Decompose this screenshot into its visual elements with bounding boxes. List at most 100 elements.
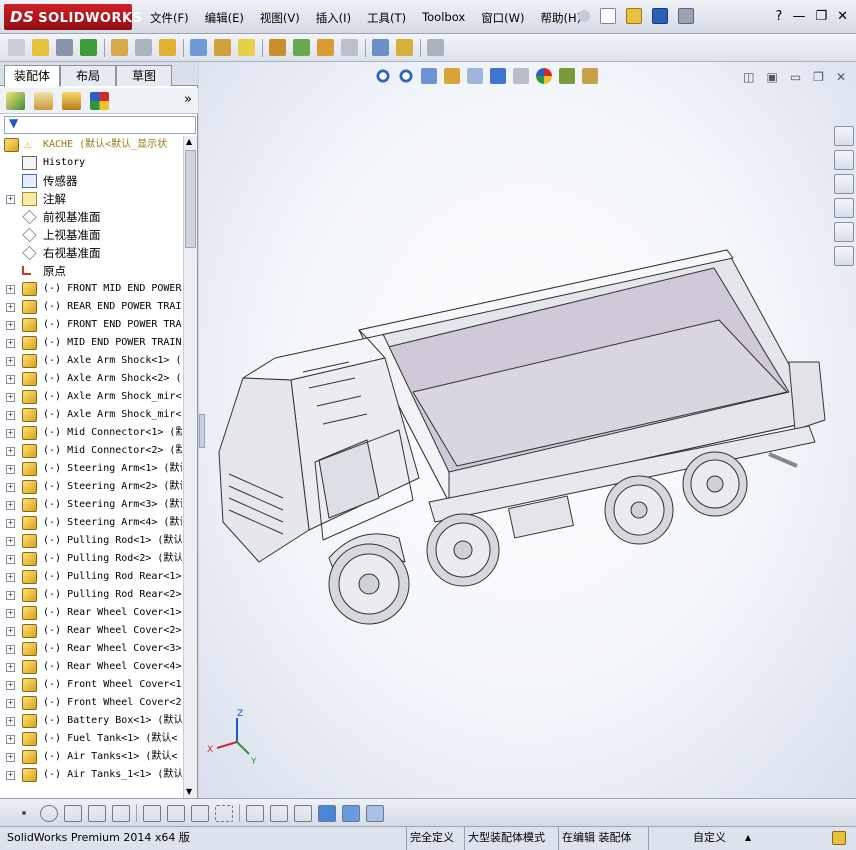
displaymanager-icon[interactable] xyxy=(90,92,109,110)
line-sketch-icon[interactable] xyxy=(112,804,130,822)
status-units[interactable]: 自定义 xyxy=(690,827,729,850)
expand-toggle[interactable]: + xyxy=(6,645,15,654)
panel-view-icon[interactable] xyxy=(342,804,360,822)
circle-sketch-icon[interactable] xyxy=(40,804,58,822)
expand-toggle[interactable]: + xyxy=(6,627,15,636)
tree-item[interactable]: + (-) Rear Wheel Cover<2> xyxy=(0,622,182,640)
move-component-icon[interactable] xyxy=(159,39,176,56)
save-icon[interactable] xyxy=(652,8,668,24)
menu-window[interactable]: 窗口(W) xyxy=(481,10,524,26)
trim-entities-icon[interactable] xyxy=(88,804,106,822)
menu-edit[interactable]: 编辑(E) xyxy=(205,10,244,26)
tree-item[interactable]: + (-) Steering Arm<4> (默认 xyxy=(0,514,182,532)
reference-geometry-icon[interactable] xyxy=(238,39,255,56)
expand-toggle[interactable]: + xyxy=(6,771,15,780)
tree-item[interactable]: + (-) Axle Arm Shock<1> ( xyxy=(0,352,182,370)
help-button[interactable]: ? xyxy=(776,9,783,24)
tree-item[interactable]: 原点 xyxy=(0,262,182,280)
insert-component-icon[interactable] xyxy=(8,39,25,56)
tree-item[interactable]: + (-) Front Wheel Cover<2 xyxy=(0,694,182,712)
expand-toggle[interactable]: + xyxy=(6,753,15,762)
clearance-verification-icon[interactable] xyxy=(396,39,413,56)
expand-toggle[interactable]: + xyxy=(6,321,15,330)
expand-toggle[interactable]: + xyxy=(6,501,15,510)
menu-help[interactable]: 帮助(H) xyxy=(541,10,582,26)
tab-layout[interactable]: 布局 xyxy=(60,65,116,86)
dot-icon[interactable] xyxy=(22,811,26,815)
menu-tools[interactable]: 工具(T) xyxy=(367,10,406,26)
menu-toolbox[interactable]: Toolbox xyxy=(422,10,465,26)
expand-toggle[interactable]: + xyxy=(6,339,15,348)
scroll-up-arrow[interactable]: ▲ xyxy=(186,137,192,146)
expand-toggle[interactable]: + xyxy=(6,717,15,726)
dashed-rectangle-icon[interactable] xyxy=(215,804,233,822)
new-part-icon[interactable] xyxy=(32,39,49,56)
expand-toggle[interactable]: + xyxy=(6,411,15,420)
tree-item[interactable]: 右视基准面 xyxy=(0,244,182,262)
tree-root[interactable]: ⚠ KACHE (默认<默认_显示状 xyxy=(0,136,182,154)
propertymanager-icon[interactable] xyxy=(34,92,53,110)
grid-icon[interactable] xyxy=(270,804,288,822)
menu-file[interactable]: 文件(F) xyxy=(150,10,189,26)
filter-icon[interactable]: ▼ xyxy=(9,116,18,130)
mate-icon[interactable] xyxy=(80,39,97,56)
menu-view[interactable]: 视图(V) xyxy=(260,10,300,26)
expand-toggle[interactable]: + xyxy=(6,285,15,294)
tree-item[interactable]: + 注解 xyxy=(0,190,182,208)
show-hidden-icon[interactable] xyxy=(190,39,207,56)
expand-toggle[interactable]: + xyxy=(6,681,15,690)
expand-toggle[interactable]: + xyxy=(6,699,15,708)
expand-toggle[interactable]: + xyxy=(6,663,15,672)
tab-assembly[interactable]: 装配体 xyxy=(4,65,60,87)
tree-item[interactable]: 前视基准面 xyxy=(0,208,182,226)
tree-item[interactable]: + (-) Rear Wheel Cover<3> xyxy=(0,640,182,658)
featuremanager-icon[interactable] xyxy=(6,92,25,110)
tree-item[interactable]: + (-) Pulling Rod Rear<2> xyxy=(0,586,182,604)
tree-item[interactable]: + (-) Air Tanks<1> (默认< xyxy=(0,748,182,766)
menu-insert[interactable]: 插入(I) xyxy=(316,10,351,26)
close-button[interactable]: ✕ xyxy=(837,9,848,24)
interference-detection-icon[interactable] xyxy=(372,39,389,56)
expand-toggle[interactable]: + xyxy=(6,429,15,438)
angle-icon[interactable] xyxy=(167,804,185,822)
expand-toggle[interactable]: + xyxy=(6,375,15,384)
new-motion-study-icon[interactable] xyxy=(269,39,286,56)
smart-dimension-icon[interactable] xyxy=(143,804,161,822)
tree-item[interactable]: 上视基准面 xyxy=(0,226,182,244)
scroll-down-arrow[interactable]: ▼ xyxy=(186,787,192,796)
expand-toggle[interactable]: + xyxy=(6,537,15,546)
expand-toggle[interactable]: + xyxy=(6,555,15,564)
minimize-button[interactable]: — xyxy=(792,9,805,24)
table-view-icon[interactable] xyxy=(366,804,384,822)
tree-scrollbar[interactable]: ▲ ▼ xyxy=(183,136,197,798)
expand-toggle[interactable]: + xyxy=(6,591,15,600)
expand-toggle[interactable]: + xyxy=(6,609,15,618)
expand-toggle[interactable]: + xyxy=(6,195,15,204)
explode-line-sketch-icon[interactable] xyxy=(341,39,358,56)
tree-item[interactable]: + (-) FRONT END POWER TRA xyxy=(0,316,182,334)
sketch-point-icon[interactable] xyxy=(64,804,82,822)
tree-item[interactable]: + (-) Battery Box<1> (默认 xyxy=(0,712,182,730)
units-arrow-icon[interactable]: ▲ xyxy=(742,827,754,850)
tree-item[interactable]: + (-) Fuel Tank<1> (默认< xyxy=(0,730,182,748)
smart-fasteners-icon[interactable] xyxy=(135,39,152,56)
tree-item[interactable]: + (-) Rear Wheel Cover<1> xyxy=(0,604,182,622)
open-folder-icon[interactable] xyxy=(626,8,642,24)
tree-item[interactable]: + (-) Pulling Rod<1> (默认 xyxy=(0,532,182,550)
tree-item[interactable]: + (-) Front Wheel Cover<1 xyxy=(0,676,182,694)
tree-filter[interactable]: ▼ xyxy=(4,116,196,134)
expand-toggle[interactable]: + xyxy=(6,483,15,492)
new-document-icon[interactable] xyxy=(600,8,616,24)
restore-button[interactable]: ❐ xyxy=(815,9,827,24)
assembly-features-icon[interactable] xyxy=(214,39,231,56)
linear-pattern-icon[interactable] xyxy=(111,39,128,56)
tab-sketch[interactable]: 草图 xyxy=(116,65,172,86)
tree-item[interactable]: + (-) Rear Wheel Cover<4> xyxy=(0,658,182,676)
tree-item[interactable]: + (-) Pulling Rod<2> (默认 xyxy=(0,550,182,568)
instant3d-icon[interactable] xyxy=(427,39,444,56)
tree-item[interactable]: + (-) Pulling Rod Rear<1> xyxy=(0,568,182,586)
paperclip-icon[interactable] xyxy=(56,39,73,56)
exploded-view-icon[interactable] xyxy=(317,39,334,56)
expand-toggle[interactable]: + xyxy=(6,393,15,402)
solidworks-logo[interactable]: DS SOLIDWORKS xyxy=(4,4,142,30)
